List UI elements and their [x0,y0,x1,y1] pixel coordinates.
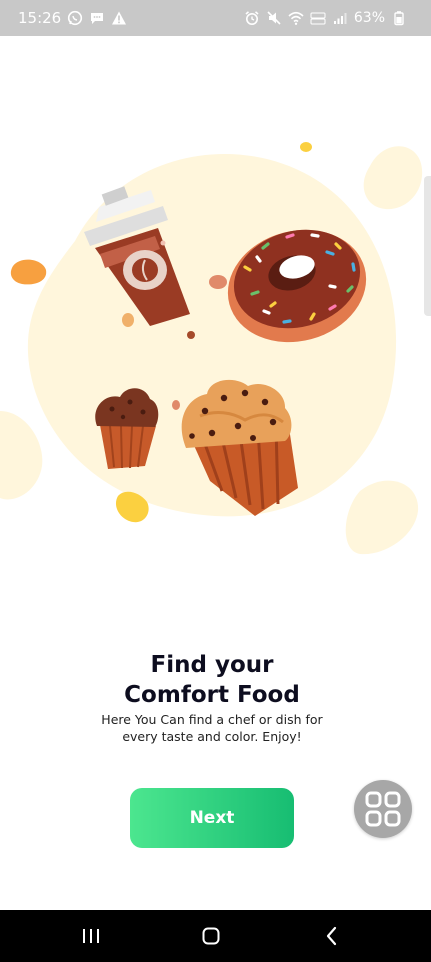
background-blobs [0,142,423,555]
signal-icon [332,10,348,26]
warning-icon [111,10,127,26]
status-left: 15:26 [18,9,127,27]
recent-apps-icon[interactable] [79,924,103,948]
mute-icon [266,10,282,26]
onboarding-screen: Find your Comfort Food Here You Can find… [0,36,431,910]
battery-percent: 63% [353,10,385,26]
status-bar: 15:26 63% [0,0,431,36]
chat-bubble-icon [89,10,105,26]
back-icon[interactable] [320,924,344,948]
apps-grid-icon [363,789,403,829]
navigation-bar [0,910,431,962]
status-time: 15:26 [18,9,62,27]
onboarding-subtitle: Here You Can find a chef or dish for eve… [0,711,424,745]
home-icon[interactable] [199,924,223,948]
whatsapp-icon [67,10,83,26]
next-button[interactable]: Next [130,788,294,848]
wifi-icon [288,10,304,26]
subtitle-line-1: Here You Can find a chef or dish for [101,712,323,727]
volte-icon [310,10,326,26]
food-illustration [0,136,431,606]
title-line-1: Find your [150,652,274,678]
title-line-2: Comfort Food [124,682,300,708]
subtitle-line-2: every taste and color. Enjoy! [122,729,302,744]
status-right: 63% [244,9,407,27]
battery-icon [391,10,407,26]
floating-assistant-button[interactable] [354,780,412,838]
onboarding-title: Find your Comfort Food [0,650,424,710]
alarm-icon [244,10,260,26]
